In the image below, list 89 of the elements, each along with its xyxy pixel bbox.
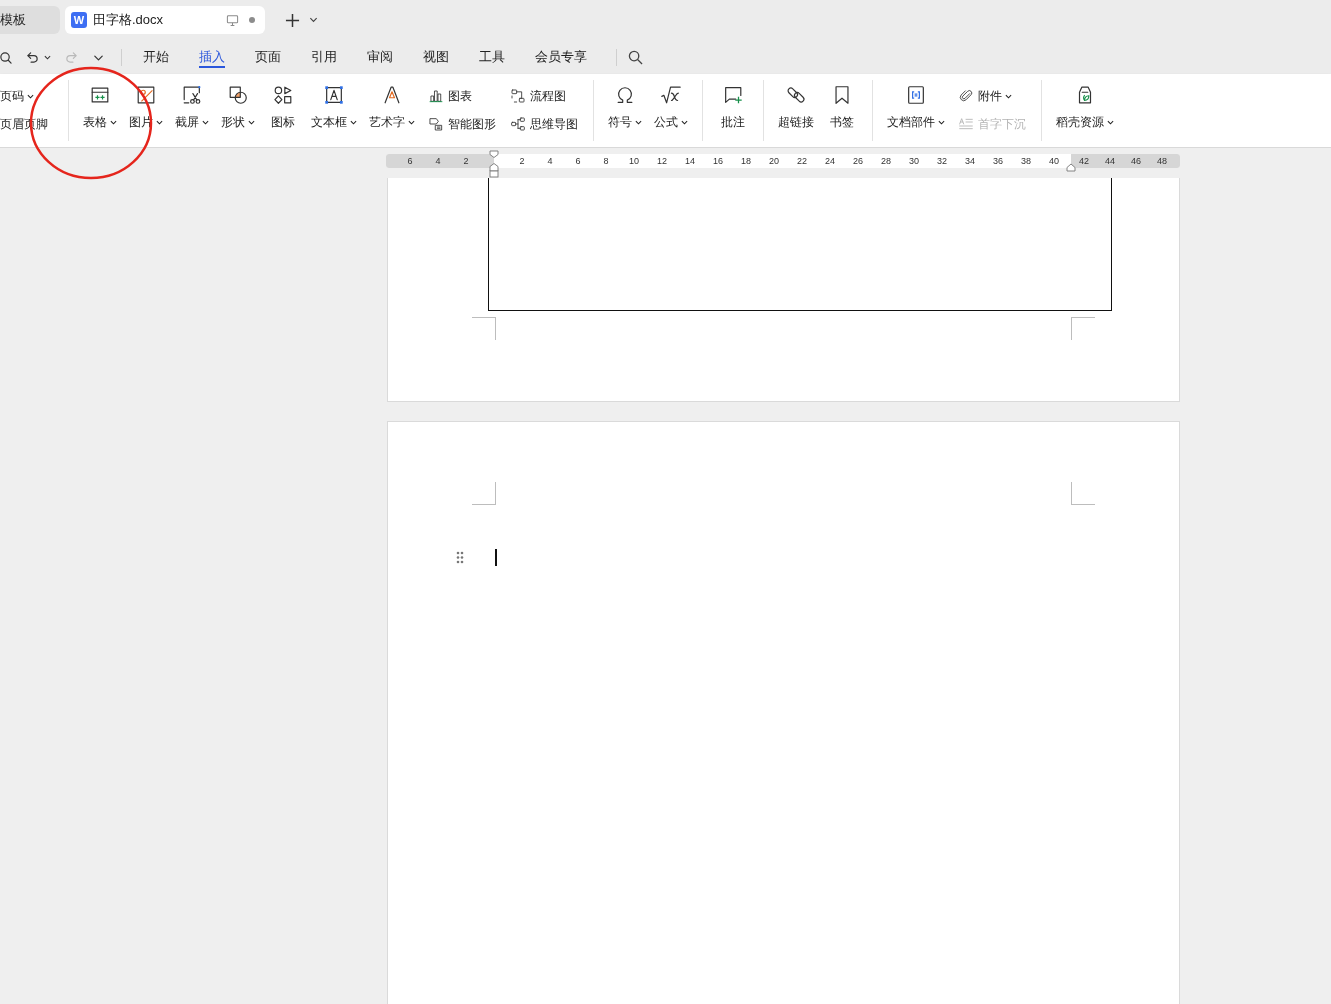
ruler-number: 38 <box>1020 155 1032 167</box>
ruler-number: 10 <box>628 155 640 167</box>
bracket-page-icon <box>905 84 927 106</box>
ruler-number: 32 <box>936 155 948 167</box>
square-root-icon <box>660 84 682 106</box>
ruler-number: 12 <box>656 155 668 167</box>
ribbon-button[interactable]: 智能图形 <box>428 112 496 136</box>
ruler-number: 42 <box>1078 155 1090 167</box>
menu-tab[interactable]: 会员专享 <box>520 40 602 74</box>
ruler-number: 40 <box>1048 155 1060 167</box>
ribbon-button[interactable]: 文本框 <box>305 80 363 141</box>
menu-tab[interactable]: 工具 <box>464 40 520 74</box>
menu-tab[interactable]: 页面 <box>240 40 296 74</box>
ribbon-button[interactable]: 超链接 <box>772 80 820 141</box>
chevron-down-icon[interactable] <box>309 17 318 23</box>
margin-corner-mark <box>472 317 496 340</box>
margin-corner-mark <box>1071 317 1095 340</box>
undo-button[interactable] <box>26 50 51 64</box>
comment-add-icon <box>722 84 744 106</box>
paperclip-icon <box>958 88 974 104</box>
ruler-number: 4 <box>546 155 554 167</box>
ruler-number: 36 <box>992 155 1004 167</box>
ruler-number: 14 <box>684 155 696 167</box>
ribbon-button[interactable]: 表格 <box>77 80 123 141</box>
magnifier-icon <box>0 50 12 64</box>
ribbon-button[interactable]: 附件 <box>958 84 1026 108</box>
text-box-icon <box>323 84 345 106</box>
ribbon-button[interactable]: 公式 <box>648 80 694 141</box>
picture-icon <box>135 84 157 106</box>
ruler-number: 30 <box>908 155 920 167</box>
ribbon-button[interactable]: 流程图 <box>510 84 578 108</box>
link-icon <box>785 84 807 106</box>
text-cursor <box>495 549 497 566</box>
ruler-number: 6 <box>574 155 582 167</box>
ribbon-button[interactable]: 形状 <box>215 80 261 141</box>
table-icon <box>89 84 111 106</box>
ribbon-button[interactable]: 截屏 <box>169 80 215 141</box>
drag-handle-icon[interactable] <box>456 551 464 564</box>
ruler-number: 44 <box>1104 155 1116 167</box>
scissors-frame-icon <box>181 84 203 106</box>
document-tab[interactable]: W 田字格.docx <box>65 6 265 34</box>
ruler-number: 22 <box>796 155 808 167</box>
ruler-number: 2 <box>518 155 526 167</box>
menu-tab[interactable]: 开始 <box>128 40 184 74</box>
ruler-number: 28 <box>880 155 892 167</box>
shapes-icon <box>227 84 249 106</box>
diagram-icon <box>428 116 444 132</box>
icon-set-icon <box>272 84 294 106</box>
ruler-number: 4 <box>434 155 442 167</box>
flowchart-icon <box>510 88 526 104</box>
ribbon-button[interactable]: 批注 <box>711 80 755 141</box>
ruler-number: 8 <box>602 155 610 167</box>
mind-map-icon <box>510 116 526 132</box>
ruler-number: 48 <box>1156 155 1168 167</box>
redo-icon <box>65 50 78 64</box>
menu-tab[interactable]: 审阅 <box>352 40 408 74</box>
ribbon-button[interactable]: 书签 <box>820 80 864 141</box>
ruler-number: 46 <box>1130 155 1142 167</box>
ribbon-button[interactable]: 页码 <box>0 84 48 108</box>
writer-logo: W <box>71 12 87 28</box>
menu-tab[interactable]: 引用 <box>296 40 352 74</box>
ribbon-button[interactable]: 图标 <box>261 80 305 141</box>
margin-corner-mark <box>1071 482 1095 505</box>
indent-marker-icon[interactable] <box>489 150 499 178</box>
ruler-number: 16 <box>712 155 724 167</box>
ruler-number: 34 <box>964 155 976 167</box>
template-tab[interactable]: 模板 <box>0 6 60 34</box>
ribbon-button[interactable]: 符号 <box>602 80 648 141</box>
ruler-number: 18 <box>740 155 752 167</box>
plus-icon[interactable] <box>285 12 300 28</box>
ribbon-button[interactable]: 艺术字 <box>363 80 421 141</box>
ruler-number: 6 <box>406 155 414 167</box>
ruler-number: 20 <box>768 155 780 167</box>
margin-corner-mark <box>472 482 496 505</box>
ruler-number: 26 <box>852 155 864 167</box>
ruler-number: 2 <box>462 155 470 167</box>
ribbon-button[interactable]: 图表 <box>428 84 496 108</box>
search-icon[interactable] <box>628 49 643 65</box>
preview-button[interactable] <box>0 50 12 64</box>
monitor-icon[interactable] <box>226 13 239 27</box>
drop-cap-icon <box>958 116 974 132</box>
ribbon-button[interactable]: 思维导图 <box>510 112 578 136</box>
indent-marker-icon[interactable] <box>1066 163 1076 172</box>
undo-icon <box>26 50 39 64</box>
bar-chart-icon <box>428 88 444 104</box>
menu-tab[interactable]: 视图 <box>408 40 464 74</box>
ribbon-button[interactable]: 文档部件 <box>881 80 951 141</box>
ribbon-button[interactable]: 稻壳资源 <box>1050 80 1120 141</box>
ruler-number: 24 <box>824 155 836 167</box>
